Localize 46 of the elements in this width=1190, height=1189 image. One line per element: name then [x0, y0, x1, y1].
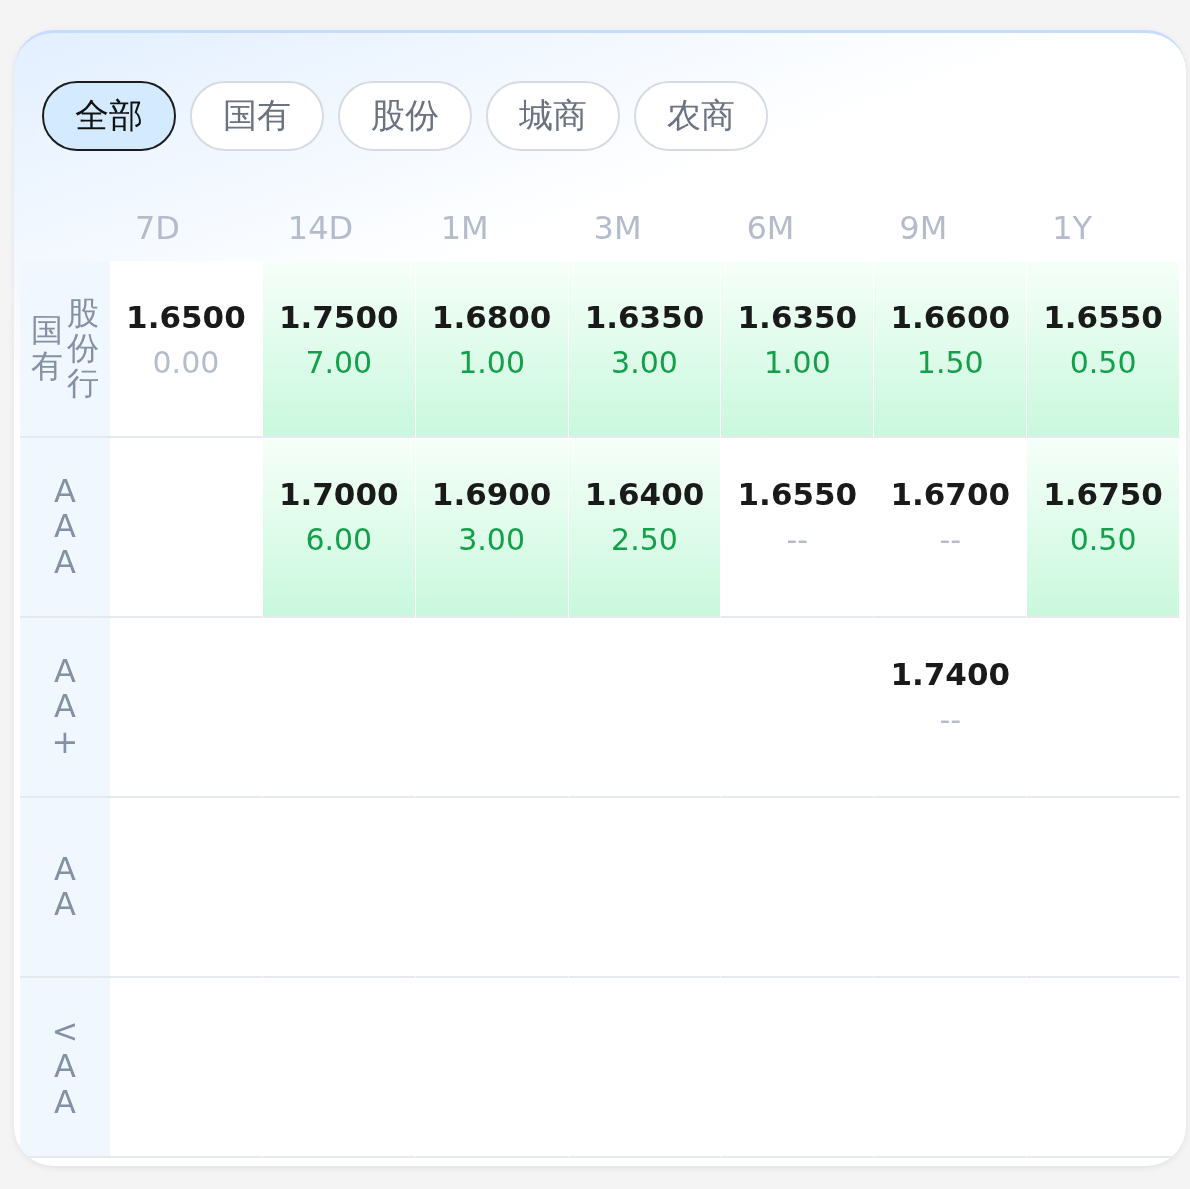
row-label: AA+	[50, 654, 80, 760]
rate-value: 1.6350	[737, 299, 858, 335]
rate-change: 3.00	[458, 522, 526, 557]
rate-change: --	[939, 522, 962, 557]
filter-tab[interactable]: 股份	[338, 81, 472, 151]
rate-change: --	[786, 522, 809, 557]
rate-change: 3.00	[611, 345, 678, 380]
column-header: 1Y	[1051, 209, 1094, 249]
column-header: 14D	[286, 209, 355, 249]
rate-change: --	[939, 702, 962, 737]
column-header: 1M	[439, 209, 490, 249]
rate-value: 1.6900	[431, 476, 552, 512]
rate-value: 1.7000	[278, 476, 399, 512]
rate-value: 1.6550	[1043, 299, 1163, 335]
rate-change: 1.00	[763, 345, 831, 380]
row-label: AA	[53, 851, 77, 923]
rate-value: 1.6750	[1043, 476, 1163, 512]
filter-tab[interactable]: 全部	[42, 81, 176, 151]
rate-value: 1.6550	[737, 476, 858, 512]
rate-change: 0.50	[1069, 345, 1137, 380]
rate-change: 1.00	[458, 345, 526, 380]
rate-value: 1.6500	[126, 299, 246, 335]
filter-tab[interactable]: 城商	[486, 81, 620, 151]
column-header: 7D	[134, 209, 181, 249]
filter-tab[interactable]: 国有	[190, 81, 324, 151]
rate-value: 1.7400	[890, 656, 1011, 692]
row-label: 股份行	[67, 295, 99, 402]
rate-value: 1.6600	[890, 299, 1011, 335]
rate-value: 1.6350	[584, 299, 705, 335]
rate-value: 1.6700	[890, 476, 1011, 512]
rate-change: 1.50	[916, 345, 984, 380]
column-header: 9M	[898, 209, 949, 249]
rate-change: 2.50	[611, 522, 678, 557]
row-label: <AA	[50, 1014, 80, 1120]
rate-change: 0.50	[1069, 522, 1137, 557]
rate-change: 0.00	[152, 345, 220, 380]
column-header: 6M	[745, 209, 796, 249]
rate-value: 1.7500	[278, 299, 399, 335]
row-label: 国有	[31, 313, 63, 384]
rate-value: 1.6400	[584, 476, 705, 512]
row-label: AAA	[53, 474, 77, 580]
rate-value: 1.6800	[431, 299, 552, 335]
rate-change: 6.00	[305, 522, 373, 557]
filter-tab[interactable]: 农商	[634, 81, 768, 151]
rate-change: 7.00	[305, 345, 373, 380]
column-header: 3M	[592, 209, 643, 249]
